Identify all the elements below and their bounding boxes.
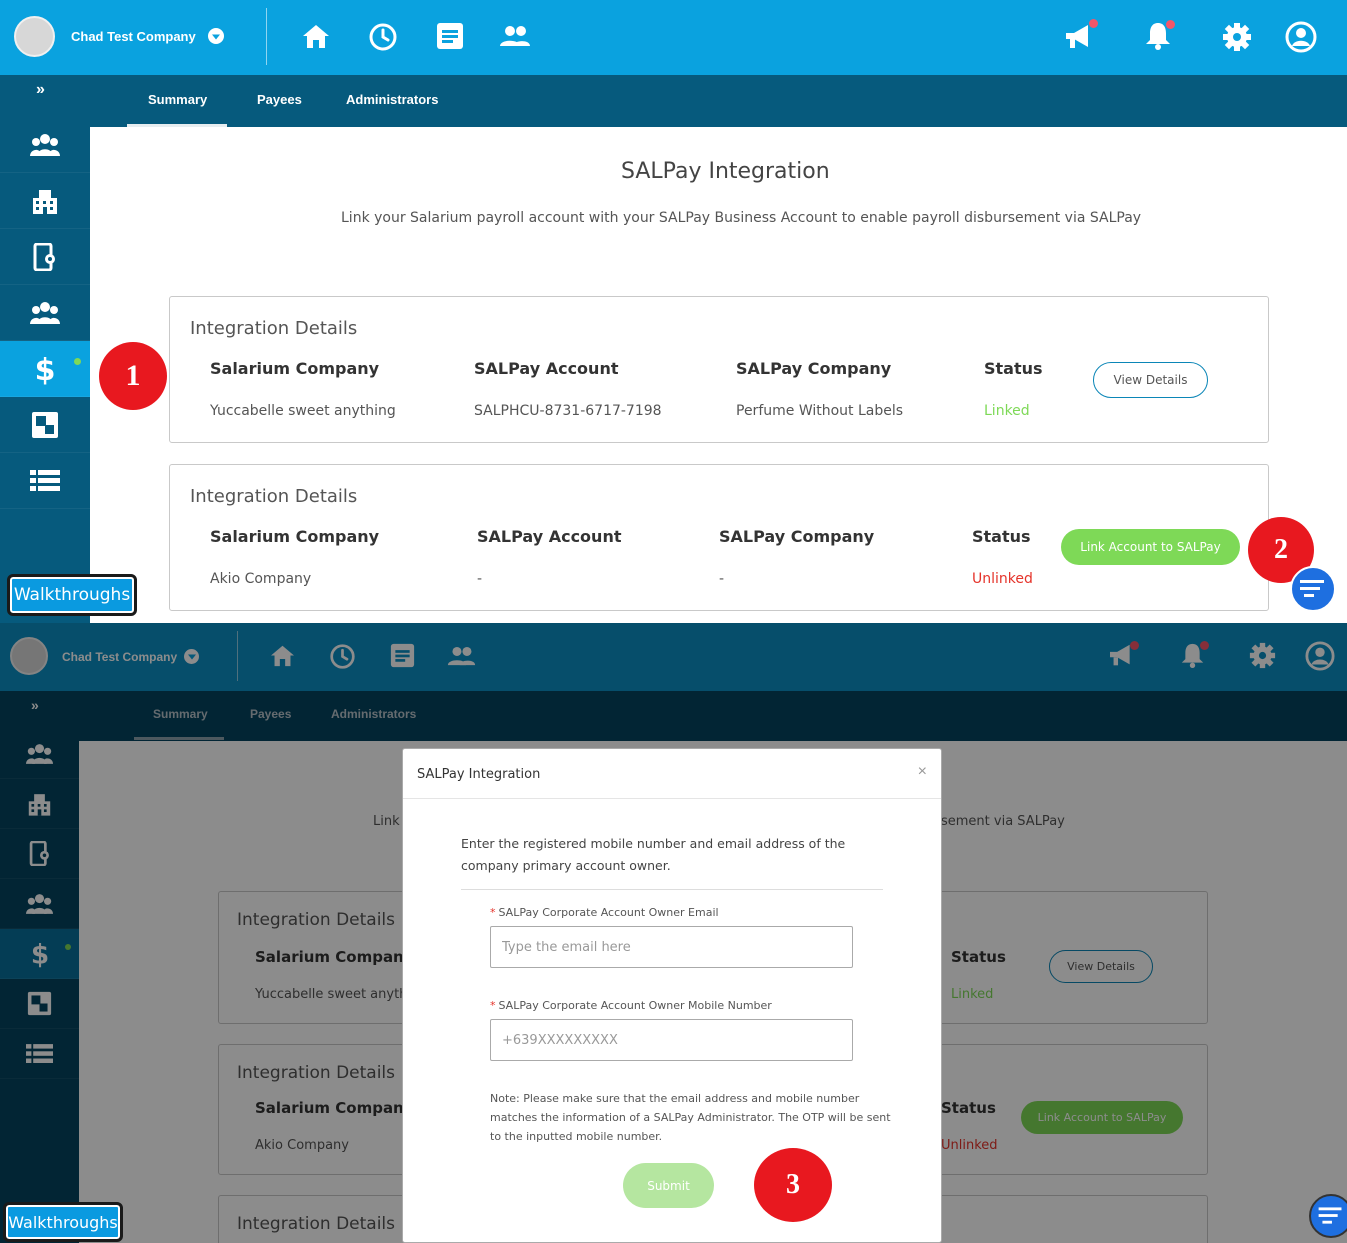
notification-dot: [1166, 20, 1175, 29]
home-icon[interactable]: [302, 23, 330, 49]
company-logo[interactable]: [14, 16, 55, 57]
salpay-account-value: -: [477, 571, 483, 587]
required-mark: *: [490, 906, 496, 919]
document-icon[interactable]: [436, 22, 464, 50]
expand-sidebar-icon[interactable]: »: [36, 81, 45, 99]
sidebar-item-list[interactable]: [0, 453, 90, 509]
salpay-company-value: -: [719, 571, 725, 587]
salarium-company-value: Yuccabelle sweet anything: [210, 403, 396, 419]
col-salarium-company: Salarium Company: [210, 527, 380, 546]
sidebar-item-salpay[interactable]: $: [0, 341, 90, 397]
col-salpay-company: SALPay Company: [719, 527, 875, 546]
col-status: Status: [972, 527, 1031, 546]
status-badge: Unlinked: [972, 571, 1033, 587]
sidebar-item-device-settings[interactable]: [0, 229, 90, 285]
active-dot: [74, 358, 81, 365]
top-bar: Chad Test Company: [0, 0, 1347, 75]
walkthroughs-button[interactable]: Walkthroughs: [3, 1202, 123, 1242]
sidebar: » $: [0, 75, 90, 623]
company-dropdown-icon[interactable]: [208, 28, 224, 44]
device-settings-icon: [33, 242, 55, 271]
modal-note: Note: Please make sure that the email ad…: [490, 1092, 891, 1143]
sidebar-item-building[interactable]: [0, 173, 90, 229]
close-icon[interactable]: ×: [918, 763, 927, 781]
group-icon: [30, 301, 60, 324]
notification-dot: [1089, 19, 1098, 28]
sidebar-item-squares[interactable]: [0, 397, 90, 453]
salpay-integration-modal: SALPay Integration × Enter the registere…: [402, 748, 942, 1243]
divider: [461, 889, 883, 890]
screenshot-step-1: Chad Test Company Summary Payees Adminis…: [0, 0, 1347, 623]
mobile-number-field[interactable]: [490, 1019, 853, 1061]
dollar-icon: $: [35, 353, 55, 385]
tab-summary[interactable]: Summary: [148, 92, 207, 107]
col-salpay-account: SALPay Account: [474, 359, 619, 378]
sidebar-item-team[interactable]: [0, 117, 90, 173]
view-details-button[interactable]: View Details: [1093, 362, 1208, 398]
step-marker-3: 3: [754, 1148, 832, 1222]
tab-administrators[interactable]: Administrators: [346, 92, 438, 107]
col-salpay-company: SALPay Company: [736, 359, 892, 378]
list-icon: [30, 469, 60, 491]
status-badge: Linked: [984, 403, 1030, 419]
salarium-company-value: Akio Company: [210, 571, 312, 587]
walkthroughs-button[interactable]: Walkthroughs: [7, 574, 137, 616]
integration-card-linked: Integration Details Salarium Company SAL…: [169, 296, 1269, 443]
main-content: SALPay Integration Link your Salarium pa…: [90, 127, 1347, 623]
modal-title: SALPay Integration: [417, 767, 541, 782]
clock-icon[interactable]: [368, 22, 398, 52]
sidebar-item-group[interactable]: [0, 285, 90, 341]
chat-icon: [1318, 1207, 1342, 1224]
people-icon[interactable]: [499, 25, 531, 47]
screenshot-step-2: Chad Test Company Summary Payees Adminis…: [0, 623, 1347, 1243]
company-name[interactable]: Chad Test Company: [71, 29, 196, 44]
divider: [266, 8, 267, 65]
required-mark: *: [490, 999, 496, 1012]
link-account-button[interactable]: Link Account to SALPay: [1061, 529, 1240, 565]
step-marker-1: 1: [99, 342, 167, 410]
divider: [403, 798, 941, 799]
card-title: Integration Details: [190, 486, 358, 507]
chat-button[interactable]: [1309, 1194, 1347, 1238]
sub-navigation: Summary Payees Administrators: [0, 75, 1347, 127]
col-status: Status: [984, 359, 1043, 378]
page-title: SALPay Integration: [621, 159, 830, 184]
page-description: Link your Salarium payroll account with …: [341, 210, 1142, 226]
tab-payees[interactable]: Payees: [257, 92, 302, 107]
building-icon: [33, 189, 57, 214]
salpay-company-value: Perfume Without Labels: [736, 403, 904, 419]
col-salpay-account: SALPay Account: [477, 527, 622, 546]
team-icon: [30, 133, 60, 156]
gear-icon[interactable]: [1222, 22, 1252, 52]
user-icon[interactable]: [1285, 21, 1317, 53]
chat-icon: [1300, 580, 1324, 597]
chat-button[interactable]: [1290, 566, 1336, 612]
modal-intro-text: Enter the registered mobile number and e…: [461, 836, 846, 873]
card-title: Integration Details: [190, 318, 358, 339]
submit-button[interactable]: Submit: [623, 1163, 714, 1208]
col-salarium-company: Salarium Company: [210, 359, 380, 378]
salpay-account-value: SALPHCU-8731-6717-7198: [474, 403, 662, 419]
svg-text:$: $: [35, 353, 55, 385]
mobile-field-label: * SALPay Corporate Account Owner Mobile N…: [490, 999, 772, 1012]
email-field-label: * SALPay Corporate Account Owner Email: [490, 906, 719, 919]
email-field[interactable]: [490, 926, 853, 968]
integration-card-unlinked: Integration Details Salarium Company SAL…: [169, 464, 1269, 611]
squares-icon: [32, 411, 58, 438]
